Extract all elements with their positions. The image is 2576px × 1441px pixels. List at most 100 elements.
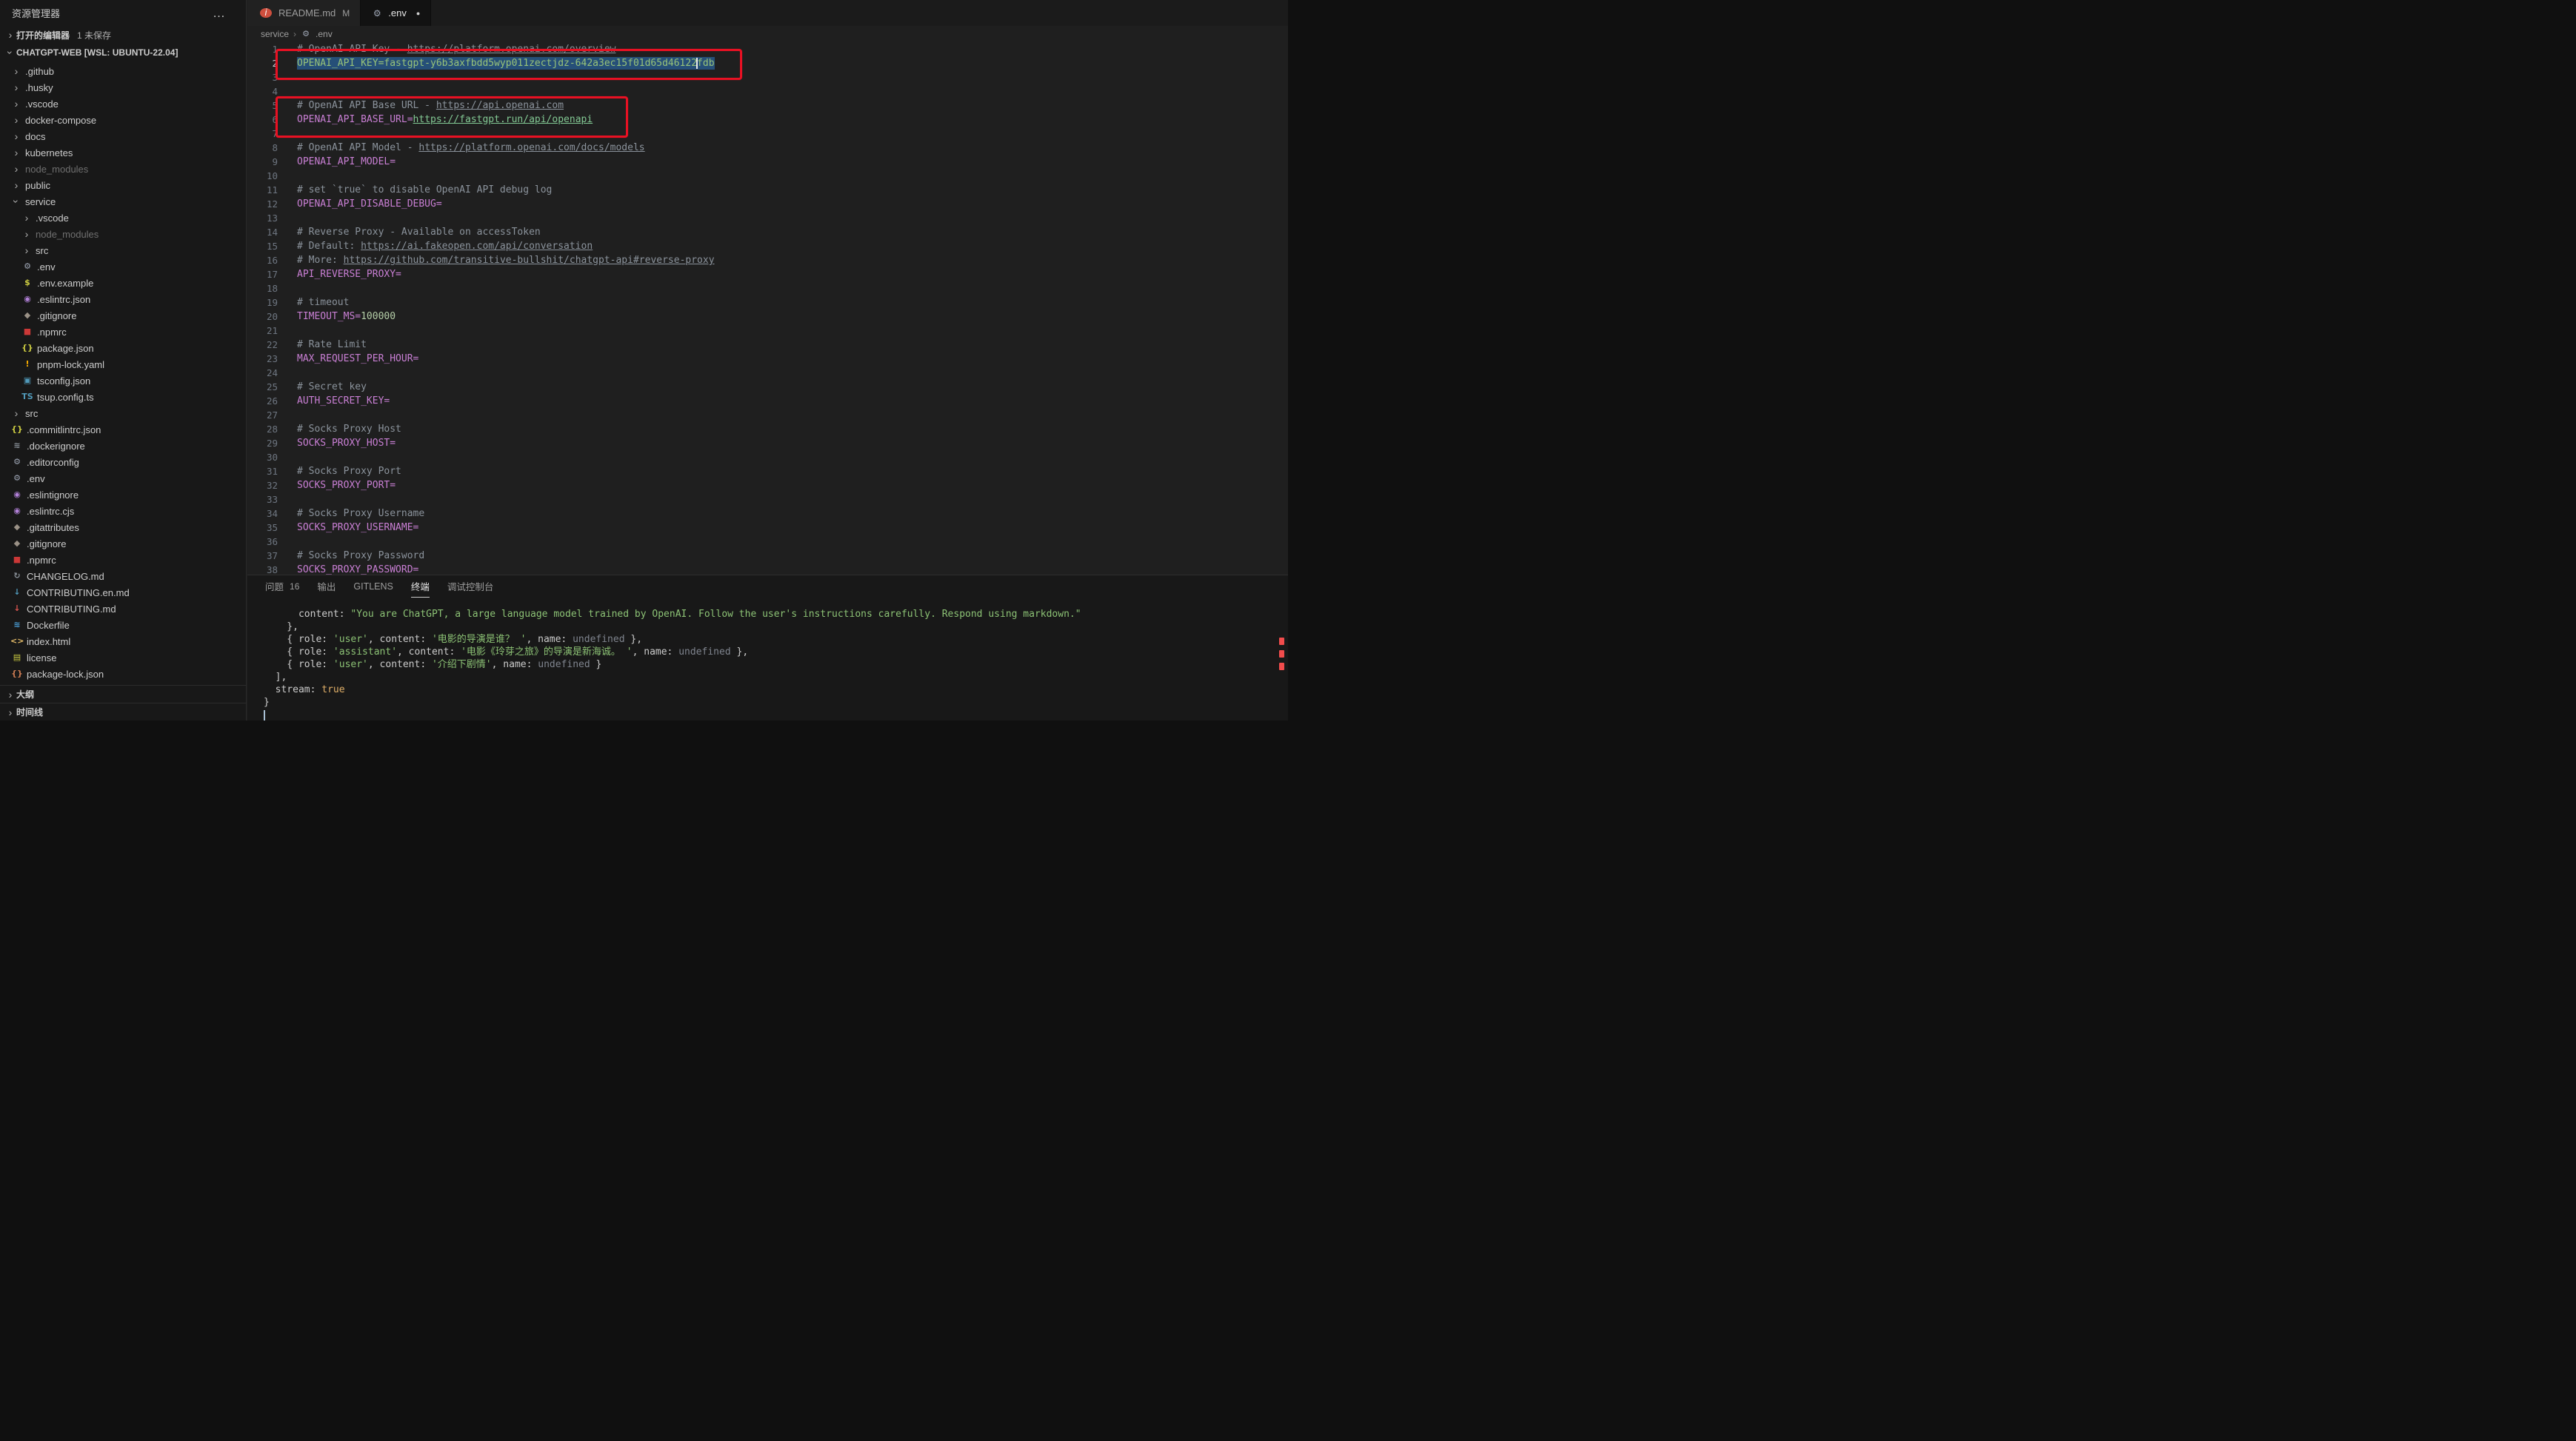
code-line-29[interactable]: 29SOCKS_PROXY_HOST= bbox=[247, 436, 1288, 450]
code-line-25[interactable]: 25# Secret key bbox=[247, 380, 1288, 394]
tree-folder-vscode[interactable]: ›.vscode bbox=[0, 210, 246, 226]
tree-folder-src[interactable]: ›src bbox=[0, 242, 246, 258]
tree-folder-vscode[interactable]: ›.vscode bbox=[0, 96, 246, 112]
code-line-11[interactable]: 11# set `true` to disable OpenAI API deb… bbox=[247, 183, 1288, 197]
panel-tab-output[interactable]: 输出 bbox=[317, 575, 336, 598]
breadcrumb-item-env[interactable]: .env bbox=[316, 29, 333, 39]
editor-tab-readme-md[interactable]: iREADME.mdM bbox=[247, 0, 361, 26]
code-line-2[interactable]: 2OPENAI_API_KEY=fastgpt-y6b3axfbdd5wyp01… bbox=[247, 56, 1288, 70]
code-line-30[interactable]: 30 bbox=[247, 450, 1288, 464]
code-content: SOCKS_PROXY_PASSWORD= bbox=[297, 564, 418, 575]
chevron-right-icon: › bbox=[4, 29, 16, 41]
editor-tab-env[interactable]: ⚙.env● bbox=[361, 0, 431, 26]
code-line-28[interactable]: 28# Socks Proxy Host bbox=[247, 422, 1288, 436]
code-line-5[interactable]: 5# OpenAI API Base URL - https://api.ope… bbox=[247, 98, 1288, 113]
outline-section[interactable]: › 大纲 bbox=[0, 685, 246, 703]
code-line-27[interactable]: 27 bbox=[247, 408, 1288, 422]
code-line-9[interactable]: 9OPENAI_API_MODEL= bbox=[247, 155, 1288, 169]
code-line-3[interactable]: 3 bbox=[247, 70, 1288, 84]
code-line-24[interactable]: 24 bbox=[247, 366, 1288, 380]
panel-tab-debug-console[interactable]: 调试控制台 bbox=[447, 575, 494, 598]
tree-file-license[interactable]: ▤license bbox=[0, 649, 246, 666]
code-line-10[interactable]: 10 bbox=[247, 169, 1288, 183]
tree-folder-node-modules[interactable]: ›node_modules bbox=[0, 161, 246, 177]
tree-folder-node-modules[interactable]: ›node_modules bbox=[0, 226, 246, 242]
code-line-8[interactable]: 8# OpenAI API Model - https://platform.o… bbox=[247, 141, 1288, 155]
tree-file-changelog-md[interactable]: ↻CHANGELOG.md bbox=[0, 568, 246, 584]
tree-file-index-html[interactable]: <>index.html bbox=[0, 633, 246, 649]
tree-folder-husky[interactable]: ›.husky bbox=[0, 79, 246, 96]
tree-file-eslintrc-json[interactable]: ◉.eslintrc.json bbox=[0, 291, 246, 307]
more-actions-icon[interactable]: … bbox=[213, 6, 227, 21]
terminal-token: , name: bbox=[492, 659, 538, 670]
panel-tab-gitlens[interactable]: GITLENS bbox=[353, 575, 393, 598]
code-line-35[interactable]: 35SOCKS_PROXY_USERNAME= bbox=[247, 521, 1288, 535]
tree-file-commitlintrc-json[interactable]: {}.commitlintrc.json bbox=[0, 421, 246, 438]
tree-file-eslintignore[interactable]: ◉.eslintignore bbox=[0, 487, 246, 503]
tree-file-contributing-en-md[interactable]: ↓CONTRIBUTING.en.md bbox=[0, 584, 246, 601]
code-line-19[interactable]: 19# timeout bbox=[247, 295, 1288, 310]
code-line-7[interactable]: 7 bbox=[247, 127, 1288, 141]
tree-folder-docker-compose[interactable]: ›docker-compose bbox=[0, 112, 246, 128]
code-line-12[interactable]: 12OPENAI_API_DISABLE_DEBUG= bbox=[247, 197, 1288, 211]
tree-folder-docs[interactable]: ›docs bbox=[0, 128, 246, 144]
code-line-33[interactable]: 33 bbox=[247, 492, 1288, 506]
tree-folder-public[interactable]: ›public bbox=[0, 177, 246, 193]
code-line-6[interactable]: 6OPENAI_API_BASE_URL=https://fastgpt.run… bbox=[247, 113, 1288, 127]
tree-file-package-json[interactable]: {}package.json bbox=[0, 340, 246, 356]
tree-file-env[interactable]: ⚙.env bbox=[0, 470, 246, 487]
code-line-14[interactable]: 14# Reverse Proxy - Available on accessT… bbox=[247, 225, 1288, 239]
tree-file-contributing-md[interactable]: ↓CONTRIBUTING.md bbox=[0, 601, 246, 617]
tree-folder-service[interactable]: ›service bbox=[0, 193, 246, 210]
tree-file-env[interactable]: ⚙.env bbox=[0, 258, 246, 275]
open-editors-section[interactable]: › 打开的编辑器 1 未保存 bbox=[0, 26, 246, 44]
code-line-36[interactable]: 36 bbox=[247, 535, 1288, 549]
tree-folder-kubernetes[interactable]: ›kubernetes bbox=[0, 144, 246, 161]
chevron-right-icon: › bbox=[10, 163, 22, 175]
terminal-output[interactable]: content: "You are ChatGPT, a large langu… bbox=[247, 598, 1288, 720]
code-line-17[interactable]: 17API_REVERSE_PROXY= bbox=[247, 267, 1288, 281]
tree-file-pnpm-lock-yaml[interactable]: !pnpm-lock.yaml bbox=[0, 356, 246, 372]
tree-file-eslintrc-cjs[interactable]: ◉.eslintrc.cjs bbox=[0, 503, 246, 519]
chevron-down-icon: › bbox=[4, 47, 16, 58]
tree-file-dockerfile[interactable]: ≋Dockerfile bbox=[0, 617, 246, 633]
tree-file-dockerignore[interactable]: ≋.dockerignore bbox=[0, 438, 246, 454]
code-line-38[interactable]: 38SOCKS_PROXY_PASSWORD= bbox=[247, 563, 1288, 575]
breadcrumb-item-service[interactable]: service bbox=[261, 29, 289, 39]
project-root-section[interactable]: › CHATGPT-WEB [WSL: UBUNTU-22.04] bbox=[0, 44, 246, 61]
line-number: 28 bbox=[247, 424, 278, 435]
tree-file-env-example[interactable]: $.env.example bbox=[0, 275, 246, 291]
code-line-23[interactable]: 23MAX_REQUEST_PER_HOUR= bbox=[247, 352, 1288, 366]
code-line-32[interactable]: 32SOCKS_PROXY_PORT= bbox=[247, 478, 1288, 492]
code-line-31[interactable]: 31# Socks Proxy Port bbox=[247, 464, 1288, 478]
code-line-13[interactable]: 13 bbox=[247, 211, 1288, 225]
tree-file-tsup-config-ts[interactable]: TStsup.config.ts bbox=[0, 389, 246, 405]
tree-folder-src[interactable]: ›src bbox=[0, 405, 246, 421]
code-line-16[interactable]: 16# More: https://github.com/transitive-… bbox=[247, 253, 1288, 267]
code-line-4[interactable]: 4 bbox=[247, 84, 1288, 98]
code-line-21[interactable]: 21 bbox=[247, 324, 1288, 338]
timeline-section[interactable]: › 时间线 bbox=[0, 703, 246, 720]
code-line-18[interactable]: 18 bbox=[247, 281, 1288, 295]
tree-file-editorconfig[interactable]: ⚙.editorconfig bbox=[0, 454, 246, 470]
panel-tab-terminal[interactable]: 终端 bbox=[411, 575, 430, 598]
code-line-15[interactable]: 15# Default: https://ai.fakeopen.com/api… bbox=[247, 239, 1288, 253]
code-line-26[interactable]: 26AUTH_SECRET_KEY= bbox=[247, 394, 1288, 408]
tree-file-npmrc[interactable]: ■.npmrc bbox=[0, 552, 246, 568]
line-number: 30 bbox=[247, 452, 278, 463]
code-line-22[interactable]: 22# Rate Limit bbox=[247, 338, 1288, 352]
code-line-37[interactable]: 37# Socks Proxy Password bbox=[247, 549, 1288, 563]
code-line-20[interactable]: 20TIMEOUT_MS=100000 bbox=[247, 310, 1288, 324]
code-line-34[interactable]: 34# Socks Proxy Username bbox=[247, 506, 1288, 521]
tree-file-gitattributes[interactable]: ◆.gitattributes bbox=[0, 519, 246, 535]
panel-tab-problems[interactable]: 问题16 bbox=[265, 575, 299, 598]
tree-folder-github[interactable]: ›.github bbox=[0, 63, 246, 79]
tree-file-npmrc[interactable]: ■.npmrc bbox=[0, 324, 246, 340]
tree-file-tsconfig-json[interactable]: ▣tsconfig.json bbox=[0, 372, 246, 389]
chevron-right-icon: › bbox=[10, 98, 22, 110]
tree-file-gitignore[interactable]: ◆.gitignore bbox=[0, 535, 246, 552]
code-content: # Socks Proxy Username bbox=[297, 508, 424, 519]
code-line-1[interactable]: 1# OpenAI API Key - https://platform.ope… bbox=[247, 42, 1288, 56]
tree-file-gitignore[interactable]: ◆.gitignore bbox=[0, 307, 246, 324]
tree-file-package-lock-json[interactable]: {}package-lock.json bbox=[0, 666, 246, 682]
